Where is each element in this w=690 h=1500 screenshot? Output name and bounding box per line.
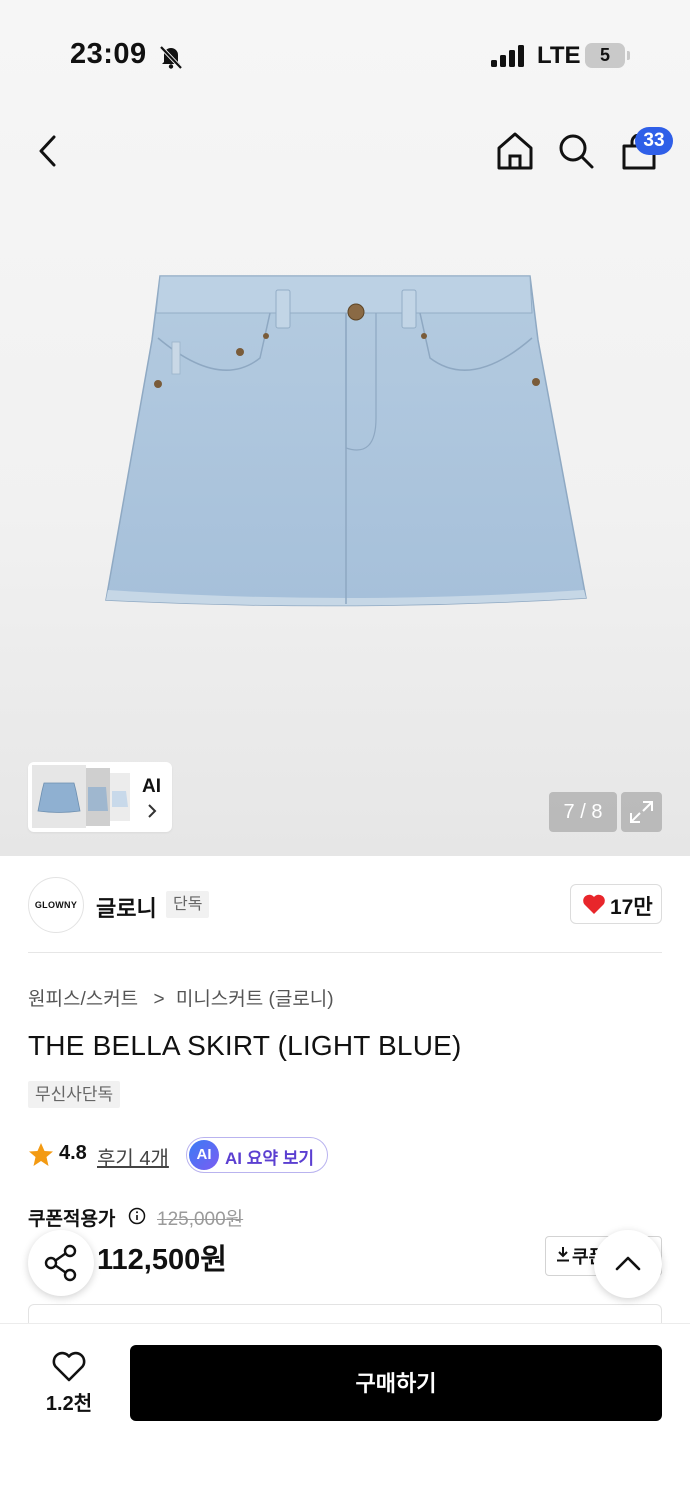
rating-value: 4.8 bbox=[59, 1142, 87, 1164]
star-icon bbox=[29, 1143, 53, 1166]
breadcrumb-separator: > bbox=[153, 989, 165, 1010]
expand-icon[interactable] bbox=[621, 792, 662, 832]
status-time: 23:09 bbox=[70, 38, 147, 70]
bell-muted-icon bbox=[159, 45, 183, 70]
heart-outline-icon[interactable] bbox=[51, 1351, 87, 1383]
breadcrumb[interactable]: 원피스/스커트 > 미니스커트 (글로니) bbox=[28, 984, 334, 1011]
info-icon[interactable] bbox=[128, 1207, 146, 1225]
exclusive-badge: 무신사단독 bbox=[28, 1081, 121, 1108]
exclusive-tag: 단독 bbox=[166, 891, 210, 918]
search-icon[interactable] bbox=[557, 132, 595, 170]
network-type: LTE bbox=[537, 42, 581, 69]
heart-filled-icon[interactable] bbox=[582, 893, 606, 915]
home-icon[interactable] bbox=[495, 131, 535, 171]
product-title: THE BELLA SKIRT (LIGHT BLUE) bbox=[28, 1030, 462, 1061]
share-button[interactable] bbox=[28, 1230, 94, 1296]
expand-button[interactable] bbox=[621, 792, 662, 832]
chevron-right-icon[interactable] bbox=[146, 803, 158, 819]
wish-count[interactable]: 1.2천 bbox=[44, 1387, 94, 1416]
ai-icon[interactable]: AI bbox=[189, 1140, 219, 1170]
original-price: 125,000원 bbox=[157, 1209, 244, 1230]
signal-icon bbox=[491, 45, 524, 67]
thumbnail-ai-label[interactable]: AI bbox=[142, 776, 161, 798]
thumbnail-images[interactable] bbox=[32, 765, 134, 828]
sale-price: 112,500원 bbox=[97, 1244, 227, 1276]
chevron-up-icon[interactable] bbox=[594, 1230, 662, 1298]
battery-indicator: 5 bbox=[585, 43, 625, 68]
back-icon[interactable] bbox=[36, 134, 60, 168]
review-link[interactable]: 후기 4개 bbox=[97, 1142, 169, 1171]
coupon-price-label: 쿠폰적용가 bbox=[28, 1209, 116, 1230]
image-counter: 7 / 8 bbox=[549, 792, 617, 832]
scroll-top-button[interactable] bbox=[594, 1230, 662, 1298]
breadcrumb-category[interactable]: 원피스/스커트 bbox=[28, 989, 138, 1010]
divider bbox=[28, 952, 662, 953]
share-icon[interactable] bbox=[28, 1230, 94, 1296]
brand-logo[interactable]: GLOWNY bbox=[28, 877, 84, 933]
buy-button[interactable]: 구매하기 bbox=[130, 1345, 662, 1421]
ai-summary-label[interactable]: AI 요약 보기 bbox=[225, 1144, 314, 1169]
cart-count-badge: 33 bbox=[635, 127, 673, 155]
brand-like-count[interactable]: 17만 bbox=[610, 891, 653, 921]
battery-nub bbox=[627, 51, 630, 60]
breadcrumb-subcategory[interactable]: 미니스커트 (글로니) bbox=[176, 989, 334, 1010]
download-icon[interactable] bbox=[556, 1246, 570, 1262]
product-image[interactable] bbox=[100, 268, 592, 618]
brand-name[interactable]: 글로니 bbox=[96, 891, 157, 923]
